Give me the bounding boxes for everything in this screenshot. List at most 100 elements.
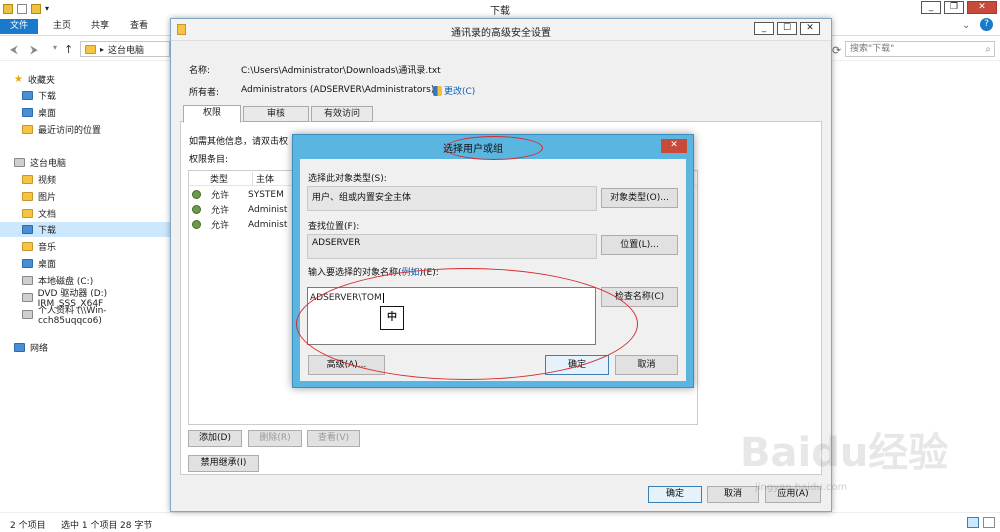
window-title: 下载 bbox=[490, 6, 510, 17]
download-folder-icon bbox=[22, 91, 33, 100]
row-principal: Administ bbox=[248, 204, 288, 215]
new-folder-icon[interactable] bbox=[31, 3, 41, 14]
minimize-button[interactable]: _ bbox=[921, 1, 941, 14]
large-icons-view-icon[interactable] bbox=[983, 517, 995, 528]
back-arrow-icon[interactable]: ⮜ bbox=[10, 43, 18, 57]
star-icon: ★ bbox=[14, 74, 23, 85]
column-header-type[interactable]: 类型 bbox=[189, 172, 252, 185]
desktop-icon bbox=[22, 108, 33, 117]
drive-icon bbox=[22, 276, 33, 285]
change-owner-link[interactable]: 更改(C) bbox=[433, 84, 475, 97]
folder-icon bbox=[85, 44, 96, 54]
qat-dropdown-icon[interactable]: ▾ bbox=[45, 4, 49, 13]
address-bar[interactable]: ▸ 这台电脑 bbox=[80, 41, 170, 57]
nav-item-downloads[interactable]: 下载 bbox=[22, 88, 56, 103]
window-controls: _ ❐ ✕ bbox=[918, 1, 997, 14]
owner-value: Administrators (ADSERVER\Administrators) bbox=[241, 85, 435, 95]
title-bar: ▾ 下载 _ ❐ ✕ bbox=[0, 0, 1000, 17]
navigation-pane: ★ 收藏夹 下载 桌面 最近访问的位置 这台电脑 视频 图片 文档 下载 音乐 桌… bbox=[0, 66, 170, 496]
dialog-title-bar: 通讯录的高级安全设置 _ ☐ ✕ bbox=[171, 19, 831, 41]
user-group-icon bbox=[192, 205, 201, 214]
dialog-title: 通讯录的高级安全设置 bbox=[451, 28, 551, 39]
close-button[interactable]: ✕ bbox=[800, 22, 820, 35]
minimize-button[interactable]: _ bbox=[754, 22, 774, 35]
user-icon bbox=[192, 220, 201, 229]
tab-file[interactable]: 文件 bbox=[0, 19, 38, 34]
table-row[interactable]: 允许 Administ bbox=[189, 202, 287, 217]
close-button[interactable]: ✕ bbox=[661, 139, 687, 153]
table-row[interactable]: 允许 SYSTEM bbox=[189, 187, 284, 202]
nav-network[interactable]: 网络 bbox=[14, 340, 48, 355]
object-type-label: 选择此对象类型(S): bbox=[308, 174, 387, 184]
tab-permissions[interactable]: 权限 bbox=[183, 105, 241, 123]
add-button[interactable]: 添加(D) bbox=[188, 430, 242, 447]
tab-view[interactable]: 查看 bbox=[127, 19, 151, 34]
documents-folder-icon bbox=[22, 209, 33, 218]
disable-inheritance-button[interactable]: 禁用继承(I) bbox=[188, 455, 259, 472]
dialog-window-controls: _ ☐ ✕ bbox=[751, 22, 820, 35]
details-view-icon[interactable] bbox=[967, 517, 979, 528]
search-input[interactable]: 搜索"下载" ⌕ bbox=[845, 41, 995, 57]
name-value: C:\Users\Administrator\Downloads\通讯录.txt bbox=[241, 66, 441, 76]
cancel-button[interactable]: 取消 bbox=[707, 486, 759, 503]
network-icon bbox=[14, 343, 25, 352]
ok-button[interactable]: 确定 bbox=[648, 486, 702, 503]
folder-icon bbox=[3, 3, 13, 14]
maximize-button[interactable]: ❐ bbox=[944, 1, 964, 14]
remove-button[interactable]: 删除(R) bbox=[248, 430, 302, 447]
close-button[interactable]: ✕ bbox=[967, 1, 997, 14]
properties-icon[interactable] bbox=[17, 3, 27, 14]
object-types-button[interactable]: 对象类型(O)... bbox=[601, 188, 678, 208]
table-row[interactable]: 允许 Administ bbox=[189, 217, 287, 232]
nav-label: 音乐 bbox=[38, 243, 57, 253]
user-icon bbox=[192, 190, 201, 199]
nav-item-documents[interactable]: 文档 bbox=[22, 206, 56, 221]
cancel-button[interactable]: 取消 bbox=[615, 355, 678, 375]
maximize-button[interactable]: ☐ bbox=[777, 22, 797, 35]
row-type: 允许 bbox=[211, 191, 230, 201]
ribbon-expand-icon[interactable]: ⌄ bbox=[962, 20, 970, 31]
locations-button[interactable]: 位置(L)... bbox=[601, 235, 678, 255]
nav-label: 桌面 bbox=[38, 260, 57, 270]
nav-item-music[interactable]: 音乐 bbox=[22, 239, 56, 254]
search-icon[interactable]: ⌕ bbox=[985, 43, 991, 57]
status-bar: 2 个项目 选中 1 个项目 28 字节 bbox=[0, 512, 1000, 532]
owner-label: 所有者: bbox=[189, 88, 220, 98]
videos-folder-icon bbox=[22, 175, 33, 184]
nav-item-pictures[interactable]: 图片 bbox=[22, 189, 56, 204]
history-dropdown-icon[interactable]: ▾ bbox=[53, 43, 57, 52]
help-icon[interactable]: ? bbox=[980, 18, 993, 31]
breadcrumb[interactable]: 这台电脑 bbox=[108, 43, 144, 56]
change-link-text[interactable]: 更改(C) bbox=[444, 84, 475, 97]
nav-item-desktop-pc[interactable]: 桌面 bbox=[22, 256, 56, 271]
nav-label: 图片 bbox=[38, 193, 57, 203]
view-button[interactable]: 查看(V) bbox=[307, 430, 360, 447]
download-folder-icon bbox=[22, 225, 33, 234]
breadcrumb-chevron: ▸ bbox=[100, 44, 105, 54]
nav-label: 下载 bbox=[38, 92, 57, 102]
shield-icon bbox=[433, 85, 442, 96]
name-label: 名称: bbox=[189, 66, 211, 76]
tab-auditing[interactable]: 审核 bbox=[243, 106, 309, 122]
nav-label: 网络 bbox=[30, 344, 49, 354]
tab-effective-access[interactable]: 有效访问 bbox=[311, 106, 373, 122]
nav-item-network-share[interactable]: 个人资料 (\\Win-cch85uqqco6) bbox=[22, 306, 170, 326]
music-folder-icon bbox=[22, 242, 33, 251]
entries-label: 权限条目: bbox=[189, 155, 229, 165]
row-principal: Administ bbox=[248, 219, 288, 230]
nav-item-recent[interactable]: 最近访问的位置 bbox=[22, 122, 101, 137]
nav-item-videos[interactable]: 视频 bbox=[22, 172, 56, 187]
up-arrow-icon[interactable]: ↑ bbox=[64, 43, 73, 56]
tab-home[interactable]: 主页 bbox=[50, 19, 74, 34]
nav-favorites[interactable]: ★ 收藏夹 bbox=[14, 72, 55, 87]
watermark-logo: Baidu经验 bbox=[740, 430, 949, 476]
annotation-ellipse bbox=[445, 136, 543, 160]
nav-this-pc[interactable]: 这台电脑 bbox=[14, 155, 66, 170]
refresh-icon[interactable]: ⟳ bbox=[832, 44, 841, 57]
quick-access-toolbar: ▾ bbox=[0, 0, 72, 17]
tab-share[interactable]: 共享 bbox=[88, 19, 112, 34]
nav-item-desktop[interactable]: 桌面 bbox=[22, 105, 56, 120]
column-header-principal[interactable]: 主体 bbox=[252, 171, 274, 185]
forward-arrow-icon[interactable]: ⮞ bbox=[30, 43, 38, 57]
nav-item-downloads-pc[interactable]: 下载 bbox=[0, 222, 170, 237]
